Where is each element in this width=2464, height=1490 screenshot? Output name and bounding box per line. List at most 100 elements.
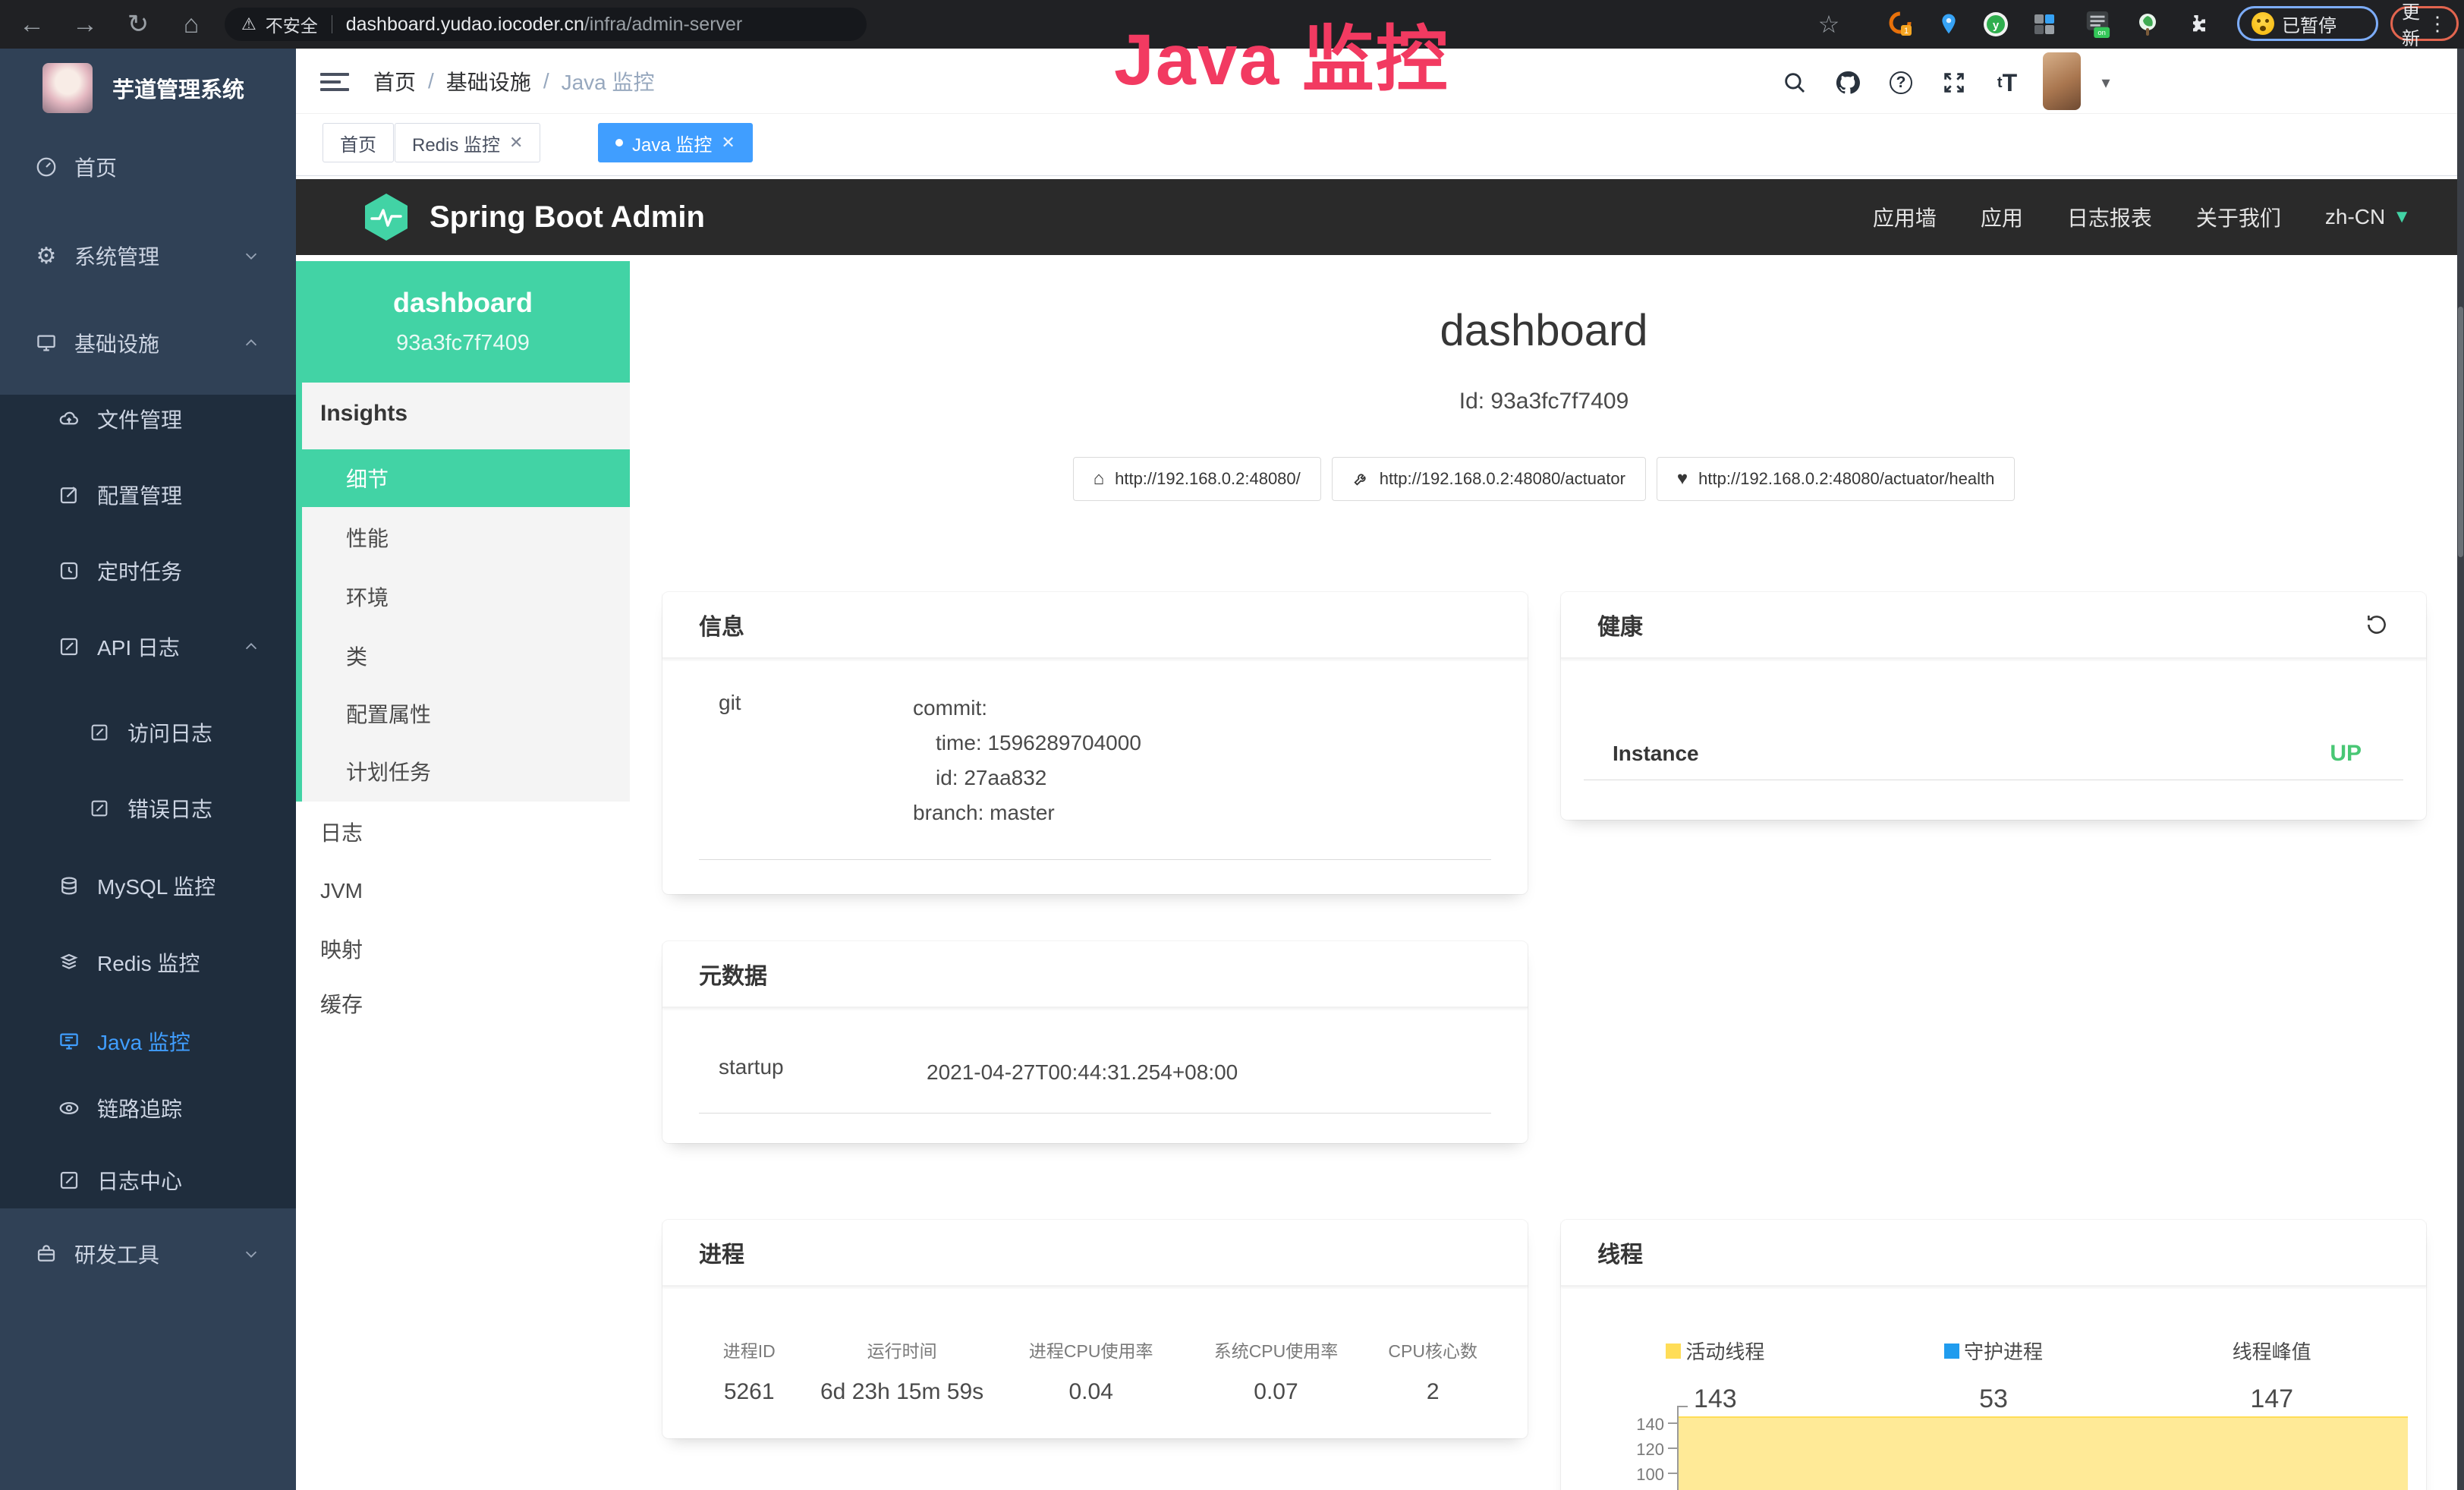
sba-menu-classes[interactable]: 类 — [302, 627, 630, 685]
sidebar-item-system[interactable]: ⚙ 系统管理 — [0, 225, 296, 286]
cloud-upload-icon — [56, 408, 82, 430]
search-icon[interactable] — [1778, 66, 1811, 99]
close-icon[interactable]: ✕ — [721, 133, 735, 153]
scrollbar[interactable] — [2457, 49, 2464, 1490]
close-icon[interactable]: ✕ — [509, 133, 523, 153]
process-col-cores: CPU核心数 2 — [1368, 1337, 1497, 1405]
health-url-button[interactable]: ♥ http://192.168.0.2:48080/actuator/heal… — [1657, 457, 2015, 501]
sba-locale-select[interactable]: zh-CN ▼ — [2325, 205, 2411, 229]
management-url-button[interactable]: http://192.168.0.2:48080/actuator — [1332, 457, 1646, 501]
sba-menu-caches[interactable]: 缓存 — [302, 975, 630, 1032]
sba-nav-about[interactable]: 关于我们 — [2196, 202, 2281, 232]
sidebar-item-error-log[interactable]: 错误日志 — [0, 778, 296, 839]
sidebar-item-infra[interactable]: 基础设施 — [0, 313, 296, 373]
service-url-button[interactable]: ⌂ http://192.168.0.2:48080/ — [1073, 457, 1321, 501]
threads-card-title: 线程 — [1561, 1220, 2426, 1287]
sidebar-item-java-monitor[interactable]: Java 监控 — [0, 1011, 296, 1072]
instance-indicator-strip — [296, 383, 302, 802]
paused-emoji-icon — [2252, 12, 2274, 35]
browser-forward-icon[interactable]: → — [67, 6, 103, 43]
sidebar-item-label: 研发工具 — [74, 1239, 159, 1269]
user-caret-down-icon[interactable]: ▾ — [2089, 66, 2123, 99]
sba-menu-metrics[interactable]: 性能 — [302, 509, 630, 566]
insights-group-label: Insights — [320, 401, 408, 427]
sidebar-item-file[interactable]: 文件管理 — [0, 389, 296, 449]
sba-brand-title[interactable]: Spring Boot Admin — [430, 200, 705, 235]
active-dot — [615, 139, 623, 146]
ext-orange-icon[interactable]: 1 — [1887, 11, 1914, 38]
address-bar[interactable]: ⚠ 不安全 dashboard.yudao.iocoder.cn/infra/a… — [225, 8, 867, 41]
tab-redis-monitor[interactable]: Redis 监控 ✕ — [395, 123, 540, 162]
database-icon — [56, 874, 82, 897]
sidebar-item-home[interactable]: 首页 — [0, 137, 296, 197]
fullscreen-icon[interactable] — [1937, 66, 1971, 99]
update-button[interactable]: 更新 ⋮ — [2390, 6, 2459, 41]
ext-grid-icon[interactable] — [2031, 11, 2058, 38]
sidebar-fold-icon[interactable] — [320, 68, 349, 94]
ext-leaf-icon[interactable] — [2134, 11, 2161, 38]
sba-nav-journal[interactable]: 日志报表 — [2067, 202, 2152, 232]
user-avatar[interactable] — [2043, 52, 2081, 110]
instance-header[interactable]: dashboard 93a3fc7f7409 — [296, 261, 630, 383]
sidebar-item-log-center[interactable]: 日志中心 — [0, 1150, 296, 1211]
threads-stats: 活动线程 143 守护进程 53 线程峰值 147 — [1561, 1287, 2426, 1414]
sidebar-item-devtools[interactable]: 研发工具 — [0, 1224, 296, 1284]
tab-home[interactable]: 首页 — [323, 123, 394, 162]
ext-pin-icon[interactable] — [1935, 11, 1962, 38]
browser-menu-icon[interactable]: ⋮ — [2428, 12, 2447, 36]
chevron-down-icon — [243, 247, 260, 264]
sidebar-item-label: 错误日志 — [127, 793, 212, 824]
sba-menu-scheduled-tasks[interactable]: 计划任务 — [302, 742, 630, 800]
tick-mark — [1668, 1422, 1677, 1424]
sidebar-item-api-log[interactable]: API 日志 — [0, 616, 296, 677]
sba-logo-icon[interactable] — [363, 192, 410, 242]
axis-cap — [1677, 1406, 1688, 1407]
ext-green-circle-icon[interactable]: y — [1982, 11, 2009, 38]
page-subtitle: Id: 93a3fc7f7409 — [630, 389, 2458, 414]
browser-home-icon[interactable]: ⌂ — [173, 6, 209, 43]
sidebar-item-config[interactable]: 配置管理 — [0, 465, 296, 525]
page-title: dashboard — [630, 305, 2458, 356]
sba-menu-config-props[interactable]: 配置属性 — [302, 685, 630, 742]
sidebar-item-redis[interactable]: Redis 监控 — [0, 932, 296, 993]
sidebar-item-access-log[interactable]: 访问日志 — [0, 702, 296, 763]
sba-menu-logs[interactable]: 日志 — [302, 803, 630, 861]
bookmark-star-icon[interactable]: ☆ — [1815, 11, 1842, 38]
sba-nav-links: 应用墙 应用 日志报表 关于我们 zh-CN ▼ — [1873, 202, 2464, 232]
help-icon[interactable]: ? — [1884, 66, 1918, 99]
browser-back-icon[interactable]: ← — [14, 6, 50, 43]
sba-nav-wall[interactable]: 应用墙 — [1873, 202, 1937, 232]
paused-label: 已暂停 — [2282, 11, 2337, 37]
history-clock-icon — [56, 559, 82, 582]
log-edit-icon — [87, 722, 112, 743]
breadcrumb: 首页 / 基础设施 / Java 监控 — [373, 49, 655, 114]
sidebar-item-job[interactable]: 定时任务 — [0, 540, 296, 601]
sba-menu-mappings[interactable]: 映射 — [302, 920, 630, 978]
legend-live-square — [1666, 1344, 1681, 1359]
sba-menu-environment[interactable]: 环境 — [302, 568, 630, 625]
sidebar-item-trace[interactable]: 链路追踪 — [0, 1078, 296, 1139]
breadcrumb-home[interactable]: 首页 — [373, 66, 416, 96]
layers-icon — [56, 951, 82, 974]
sba-menu-details[interactable]: 细节 — [302, 449, 630, 507]
instance-id: 93a3fc7f7409 — [296, 331, 630, 356]
paused-badge[interactable]: 已暂停 — [2237, 6, 2378, 41]
sba-content: dashboard Id: 93a3fc7f7409 ⌂ http://192.… — [630, 255, 2458, 1490]
metadata-startup-row: startup 2021-04-27T00:44:31.254+08:00 — [699, 1055, 1491, 1114]
font-size-icon[interactable]: tT — [1990, 66, 2024, 99]
sidebar-item-mysql[interactable]: MySQL 监控 — [0, 855, 296, 916]
ext-puzzle-icon[interactable] — [2182, 11, 2210, 38]
app-logo-row[interactable]: 芋道管理系统 — [0, 58, 296, 118]
chevron-down-icon — [243, 1246, 260, 1262]
tab-java-monitor[interactable]: Java 监控 ✕ — [598, 123, 753, 162]
sba-nav-applications[interactable]: 应用 — [1981, 202, 2023, 232]
ext-list-on-icon[interactable]: on — [2084, 11, 2111, 38]
scrollbar-thumb[interactable] — [2458, 307, 2463, 557]
breadcrumb-infra[interactable]: 基础设施 — [446, 66, 531, 96]
history-icon[interactable] — [2364, 612, 2390, 638]
github-icon[interactable] — [1831, 66, 1865, 99]
browser-reload-icon[interactable]: ↻ — [120, 6, 156, 43]
sba-menu-jvm[interactable]: JVM — [302, 862, 630, 920]
app-logo — [42, 63, 93, 113]
threads-card: 线程 活动线程 143 守护进程 53 线程峰值 147 140 120 100 — [1561, 1220, 2426, 1490]
